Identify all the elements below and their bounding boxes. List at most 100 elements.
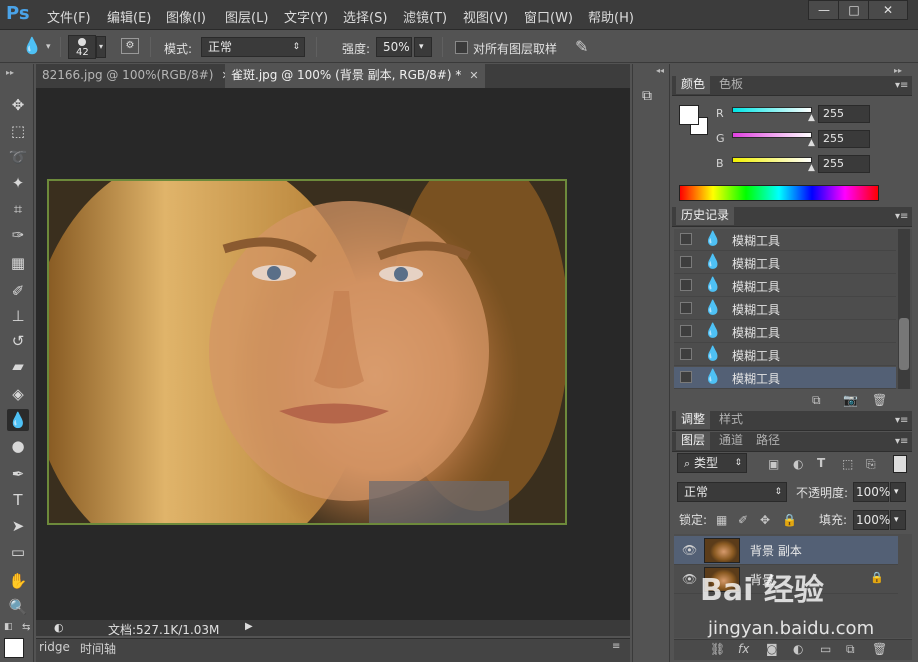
visibility-eye-icon[interactable]: 👁 (682, 572, 697, 586)
tab-color[interactable]: 颜色 (676, 76, 711, 94)
layer-row-background-copy[interactable]: 👁 背景 副本 (674, 536, 898, 565)
color-spectrum-ramp[interactable] (679, 185, 879, 201)
lock-image-pixels-icon[interactable]: ✐ (738, 513, 748, 527)
minimize-button[interactable]: — (808, 0, 840, 20)
history-snapshot-checkbox[interactable] (680, 348, 692, 360)
close-window-button[interactable]: ✕ (868, 0, 908, 20)
add-mask-icon[interactable]: ◙ (766, 642, 778, 656)
close-icon[interactable]: ✕ (469, 69, 478, 82)
strength-dropdown-icon[interactable]: ▾ (414, 37, 432, 57)
foreground-color-swatch[interactable] (4, 638, 24, 658)
menu-file[interactable]: 文件(F) (47, 7, 91, 26)
channel-b-slider[interactable] (732, 157, 812, 163)
history-item[interactable]: 💧 模糊工具 (674, 321, 896, 343)
slider-handle-icon[interactable]: ▲ (808, 163, 815, 173)
fill-dropdown-icon[interactable]: ▾ (890, 510, 906, 530)
channel-b-input[interactable]: 255 (818, 155, 870, 173)
panel-menu-icon[interactable]: ≡ (612, 641, 620, 652)
filter-pixel-layer-icon[interactable]: ▣ (768, 457, 779, 471)
adjustments-panel-menu-icon[interactable]: ▾≡ (895, 415, 908, 426)
lock-position-icon[interactable]: ✥ (760, 513, 770, 527)
sample-all-layers-checkbox[interactable] (455, 41, 468, 54)
blur-tool-icon[interactable]: 💧 (22, 36, 42, 56)
slider-handle-icon[interactable]: ▲ (808, 113, 815, 123)
zoom-level-icon[interactable]: ◐ (54, 621, 64, 634)
tool-preset-arrow-icon[interactable]: ▾ (46, 42, 51, 52)
lock-all-icon[interactable]: 🔒 (782, 513, 797, 527)
foreground-color-box[interactable] (679, 105, 699, 125)
collapse-panels-icon[interactable]: ▸▸ (894, 66, 902, 75)
history-panel-menu-icon[interactable]: ▾≡ (895, 211, 908, 222)
move-tool-icon[interactable]: ✥ (7, 94, 29, 116)
tab-timeline[interactable]: 时间轴 (80, 640, 116, 657)
color-panel-menu-icon[interactable]: ▾≡ (895, 80, 908, 91)
tab-paths[interactable]: 路径 (751, 432, 785, 450)
3d-panel-icon[interactable]: ⧉ (642, 88, 662, 108)
tab-history[interactable]: 历史记录 (676, 207, 735, 225)
history-item-current[interactable]: 💧 模糊工具 (674, 367, 896, 389)
pen-tool-icon[interactable]: ✒ (7, 463, 29, 485)
menu-help[interactable]: 帮助(H) (588, 7, 634, 26)
tab-styles[interactable]: 样式 (714, 411, 748, 429)
menu-type[interactable]: 文字(Y) (284, 7, 328, 26)
channel-g-input[interactable]: 255 (818, 130, 870, 148)
tab-freckles[interactable]: 雀斑.jpg @ 100% (背景 副本, RGB/8#) * ✕ (225, 64, 485, 88)
status-menu-arrow-icon[interactable]: ▶ (245, 621, 253, 632)
filter-shape-layer-icon[interactable]: ⬚ (842, 457, 853, 471)
channel-r-input[interactable]: 255 (818, 105, 870, 123)
history-snapshot-checkbox[interactable] (680, 371, 692, 383)
swap-colors-icon[interactable]: ⇆ (22, 622, 30, 633)
camera-snapshot-icon[interactable]: 📷 (843, 393, 858, 407)
history-snapshot-checkbox[interactable] (680, 233, 692, 245)
brush-preset-dropdown-icon[interactable]: ▾ (96, 36, 106, 58)
zoom-tool-icon[interactable]: 🔍 (7, 596, 29, 618)
menu-layer[interactable]: 图层(L) (225, 7, 268, 26)
expand-dock-icon[interactable]: ◂◂ (656, 66, 664, 75)
history-snapshot-checkbox[interactable] (680, 325, 692, 337)
new-layer-icon[interactable]: ⧉ (846, 642, 855, 657)
menu-select[interactable]: 选择(S) (343, 7, 387, 26)
history-item[interactable]: 💧 模糊工具 (674, 298, 896, 320)
layer-filter-select[interactable]: ⌕ 类型 ⇕ (677, 453, 747, 473)
new-group-folder-icon[interactable]: ▭ (820, 642, 831, 656)
tab-mini-bridge[interactable]: ridge (39, 640, 70, 654)
paint-bucket-tool-icon[interactable]: ◈ (7, 383, 29, 405)
tab-82166[interactable]: 82166.jpg @ 100%(RGB/8#)✕ (36, 64, 237, 88)
tab-channels[interactable]: 通道 (714, 432, 748, 450)
magic-wand-tool-icon[interactable]: ✦ (7, 172, 29, 194)
opacity-input[interactable]: 100% (853, 482, 890, 502)
fill-input[interactable]: 100% (853, 510, 890, 530)
eyedropper-tool-icon[interactable]: ✑ (7, 224, 29, 246)
filter-type-layer-icon[interactable]: T (817, 456, 825, 470)
menu-edit[interactable]: 编辑(E) (107, 7, 151, 26)
menu-window[interactable]: 窗口(W) (524, 7, 573, 26)
brush-tool-icon[interactable]: ✐ (7, 280, 29, 302)
path-selection-tool-icon[interactable]: ➤ (7, 515, 29, 537)
link-layers-icon[interactable]: ⛓ (710, 642, 725, 656)
crop-tool-icon[interactable]: ⌗ (7, 198, 29, 220)
hand-tool-icon[interactable]: ✋ (7, 570, 29, 592)
history-item[interactable]: 💧 模糊工具 (674, 275, 896, 297)
brush-preset-picker[interactable]: 42 (68, 35, 96, 59)
marquee-tool-icon[interactable]: ⬚ (7, 120, 29, 142)
tab-swatches[interactable]: 色板 (714, 76, 748, 94)
opacity-dropdown-icon[interactable]: ▾ (890, 482, 906, 502)
collapse-toolbar-icon[interactable]: ▸▸ (6, 68, 14, 77)
default-colors-icon[interactable]: ◧ (4, 622, 13, 632)
layer-name[interactable]: 背景 副本 (750, 542, 802, 559)
strength-input[interactable]: 50% (376, 37, 412, 57)
history-snapshot-checkbox[interactable] (680, 302, 692, 314)
pressure-pen-icon[interactable]: ✎ (575, 37, 588, 56)
new-document-from-state-icon[interactable]: ⧉ (812, 393, 821, 408)
maximize-button[interactable]: □ (838, 0, 870, 20)
document-image[interactable] (47, 179, 567, 525)
lock-transparent-pixels-icon[interactable]: ▦ (716, 513, 727, 527)
visibility-eye-icon[interactable]: 👁 (682, 543, 697, 557)
menu-filter[interactable]: 滤镜(T) (403, 7, 447, 26)
layers-panel-menu-icon[interactable]: ▾≡ (895, 436, 908, 447)
history-item[interactable]: 💧 模糊工具 (674, 229, 896, 251)
trash-icon[interactable]: 🗑 (872, 393, 887, 407)
layer-style-fx-icon[interactable]: fx (738, 642, 749, 656)
history-brush-tool-icon[interactable]: ↺ (7, 330, 29, 352)
channel-r-slider[interactable] (732, 107, 812, 113)
